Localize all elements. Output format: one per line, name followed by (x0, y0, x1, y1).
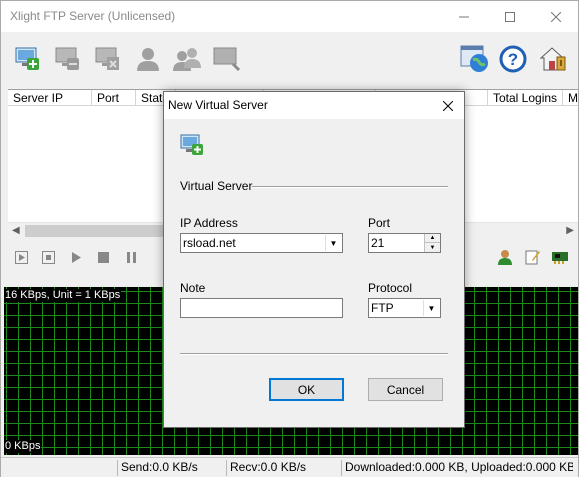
start-server-button[interactable] (15, 251, 28, 264)
close-button[interactable] (533, 1, 579, 32)
pause-button[interactable] (125, 251, 138, 264)
user-icon (137, 48, 159, 71)
ip-address-value: rsload.net (183, 236, 236, 250)
port-spin-buttons: ▲ ▼ (424, 234, 440, 252)
ok-button[interactable]: OK (269, 378, 344, 401)
protocol-combo[interactable]: FTP ▼ (368, 298, 441, 318)
graph-scale-label: 16 KBps, Unit = 1 KBps (4, 289, 122, 302)
minimize-icon (459, 16, 469, 17)
stop-server-button[interactable] (42, 251, 55, 264)
server-search-icon (213, 47, 241, 72)
add-server-icon (15, 47, 39, 70)
button-divider (180, 353, 448, 355)
toolbar: ? (1, 32, 578, 86)
close-icon (443, 100, 453, 111)
scroll-right-icon[interactable]: ▶ (566, 225, 574, 236)
column-header-server-ip[interactable]: Server IP (8, 90, 92, 105)
virtual-server-section-label: Virtual Server (180, 179, 253, 193)
ip-address-combo[interactable]: rsload.net ▼ (180, 233, 343, 253)
play-frame-icon (15, 251, 28, 264)
status-bar: Send:0.0 KB/s Recv:0.0 KB/s Downloaded:0… (1, 457, 578, 477)
user-button[interactable] (135, 46, 161, 72)
dialog-title: New Virtual Server (168, 98, 268, 112)
help-icon: ? (499, 45, 527, 73)
users-group-button[interactable] (173, 46, 201, 72)
server-search-button[interactable] (213, 46, 241, 72)
pause-icon (127, 252, 136, 263)
play-button[interactable] (70, 251, 83, 264)
title-bar: Xlight FTP Server (Unlicensed) (1, 1, 578, 32)
global-options-icon (460, 45, 488, 72)
maximize-button[interactable] (487, 1, 533, 32)
stop-icon (98, 252, 109, 263)
network-card-icon (552, 252, 568, 264)
graph-zero-label: 0 KBps (4, 440, 42, 453)
section-divider (252, 186, 448, 188)
send-rate: Send:0.0 KB/s (117, 460, 224, 476)
server-settings-icon (95, 47, 119, 70)
ip-address-label: IP Address (180, 216, 238, 230)
global-options-button[interactable] (460, 44, 490, 74)
stop-frame-icon (42, 251, 55, 264)
remove-server-button[interactable] (55, 46, 81, 72)
svg-text:?: ? (508, 50, 518, 69)
port-value: 21 (371, 236, 385, 250)
minimize-button[interactable] (441, 1, 487, 32)
cancel-button[interactable]: Cancel (368, 378, 443, 401)
stop-button[interactable] (97, 251, 110, 264)
close-icon (551, 11, 561, 22)
window-title: Xlight FTP Server (Unlicensed) (10, 9, 176, 23)
users-group-icon (173, 48, 201, 71)
add-server-icon (180, 134, 203, 155)
help-button[interactable]: ? (499, 45, 527, 73)
edit-log-button[interactable] (525, 249, 541, 265)
spin-down-icon[interactable]: ▼ (425, 243, 440, 252)
new-virtual-server-dialog: New Virtual Server Virtual Server IP Add… (163, 91, 465, 428)
recv-rate: Recv:0.0 KB/s (226, 460, 340, 476)
chevron-down-icon[interactable]: ▼ (423, 300, 439, 316)
edit-note-icon (525, 250, 540, 265)
protocol-value: FTP (371, 301, 394, 315)
port-label: Port (368, 216, 391, 230)
server-settings-button[interactable] (95, 46, 121, 72)
online-user-icon (498, 250, 512, 265)
add-server-button[interactable] (15, 46, 41, 72)
home-security-icon (539, 47, 566, 71)
dialog-close-button[interactable] (432, 92, 464, 119)
network-card-button[interactable] (551, 249, 569, 265)
chevron-down-icon[interactable]: ▼ (325, 235, 341, 251)
maximize-icon (505, 11, 515, 22)
transfer-totals: Downloaded:0.000 KB, Uploaded:0.000 KB (341, 460, 573, 476)
spin-up-icon[interactable]: ▲ (425, 234, 440, 243)
note-input[interactable] (180, 298, 343, 318)
online-users-button[interactable] (497, 249, 513, 265)
column-header-8[interactable]: M (563, 90, 578, 105)
new-server-icon-wrap (180, 134, 204, 156)
play-icon (72, 252, 81, 263)
port-spinbox[interactable]: 21 ▲ ▼ (368, 233, 441, 253)
home-security-button[interactable] (539, 45, 567, 73)
column-header-port[interactable]: Port (92, 90, 136, 105)
protocol-label: Protocol (368, 281, 413, 295)
note-label: Note (180, 281, 206, 295)
remove-server-icon (55, 47, 79, 70)
scroll-left-icon[interactable]: ◀ (12, 225, 20, 236)
column-header-total-logins[interactable]: Total Logins (488, 90, 563, 105)
dialog-title-bar: New Virtual Server (164, 92, 464, 119)
